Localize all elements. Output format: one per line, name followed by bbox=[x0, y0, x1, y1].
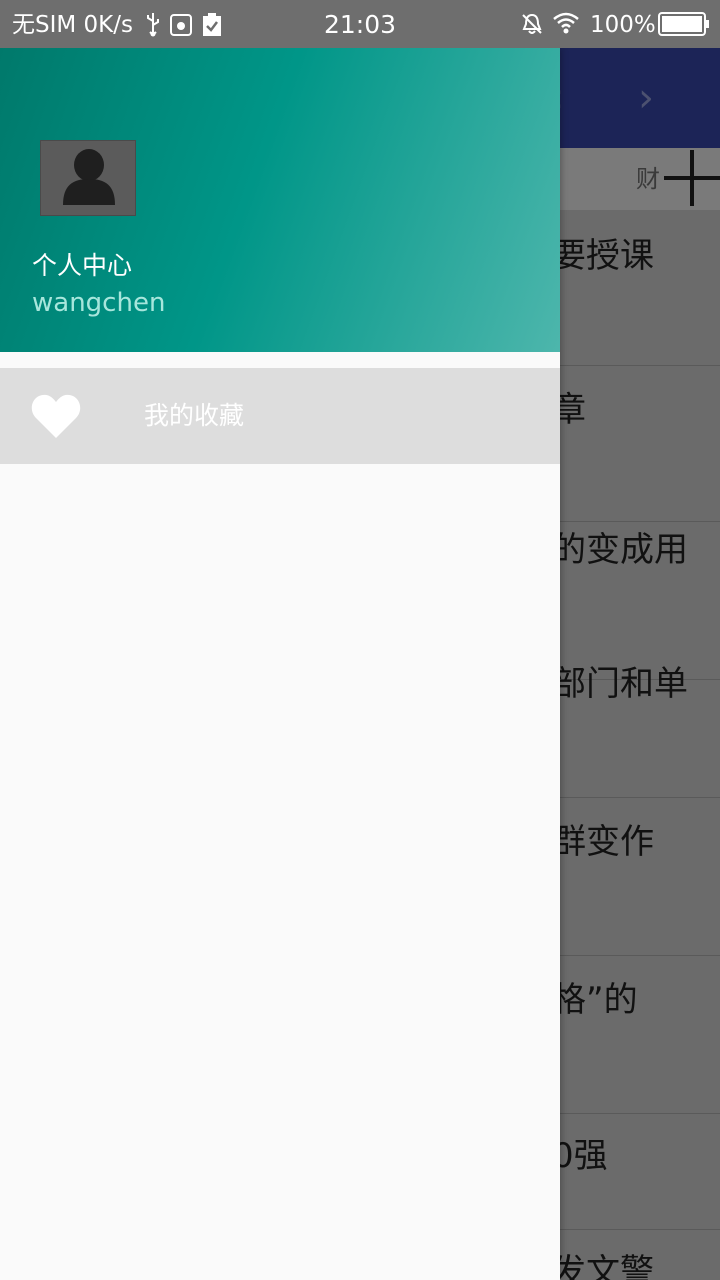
menu-item-label: 我的收藏 bbox=[144, 401, 245, 430]
heart-icon bbox=[31, 394, 81, 438]
battery-percent: 100% bbox=[590, 12, 656, 38]
avatar[interactable] bbox=[40, 140, 136, 216]
profile-title[interactable]: 个人中心 bbox=[32, 246, 132, 282]
wifi-icon bbox=[553, 12, 579, 34]
menu-item-favorites[interactable]: 我的收藏 bbox=[0, 368, 560, 464]
battery-icon bbox=[658, 12, 709, 36]
username: wangchen bbox=[32, 288, 166, 318]
drawer-header: 个人中心 wangchen bbox=[0, 48, 560, 352]
mute-bell-icon bbox=[522, 13, 542, 34]
navigation-drawer: 个人中心 wangchen 我的收藏 bbox=[0, 48, 560, 1280]
status-bar: 无SIM 0K/s 21:03 100% bbox=[0, 0, 720, 48]
person-icon bbox=[63, 149, 115, 205]
